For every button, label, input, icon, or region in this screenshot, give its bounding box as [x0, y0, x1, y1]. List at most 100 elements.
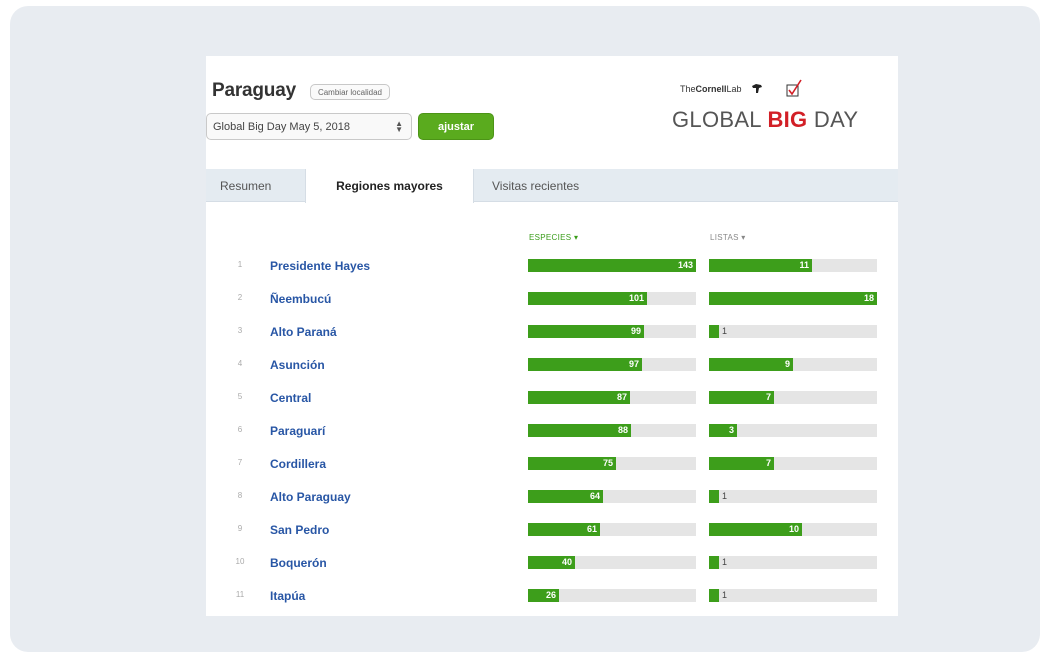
- species-value: 101: [628, 293, 644, 303]
- table-row: 9 San Pedro 61 10: [206, 514, 898, 547]
- rank-number: 9: [237, 524, 243, 533]
- rank-number: 2: [237, 293, 243, 302]
- species-bar: 88: [528, 424, 696, 437]
- species-bar: 87: [528, 391, 696, 404]
- event-select-value: Global Big Day May 5, 2018: [213, 120, 350, 133]
- lists-bar-fill: [709, 490, 719, 503]
- lists-bar: 1: [709, 490, 877, 503]
- species-value: 143: [677, 260, 693, 270]
- lists-value: 18: [863, 293, 874, 303]
- table-row: 2 Ñeembucú 101 18: [206, 283, 898, 316]
- table-row: 10 Boquerón 40 1: [206, 547, 898, 580]
- lists-value: 9: [784, 359, 790, 369]
- event-select[interactable]: Global Big Day May 5, 2018 ▲ ▼: [206, 113, 412, 140]
- rank-number: 7: [237, 458, 243, 467]
- species-value: 99: [630, 326, 641, 336]
- species-value: 64: [589, 491, 600, 501]
- lists-bar: 7: [709, 391, 877, 404]
- event-selector-row: Global Big Day May 5, 2018 ▲ ▼ ajustar: [206, 113, 494, 140]
- lists-bar-fill: [709, 325, 719, 338]
- table-row: 8 Alto Paraguay 64 1: [206, 481, 898, 514]
- change-location-button[interactable]: Cambiar localidad: [309, 84, 390, 100]
- rank-number: 4: [237, 359, 243, 368]
- species-bar: 64: [528, 490, 696, 503]
- region-link[interactable]: Itapúa: [270, 589, 305, 603]
- region-link[interactable]: San Pedro: [270, 523, 329, 537]
- region-link[interactable]: Asunción: [270, 358, 325, 372]
- lists-bar: 9: [709, 358, 877, 371]
- species-bar: 26: [528, 589, 696, 602]
- table-row: 3 Alto Paraná 99 1: [206, 316, 898, 349]
- lists-value: 1: [722, 557, 728, 567]
- tab-recent-visits[interactable]: Visitas recientes: [492, 169, 579, 202]
- rank-number: 6: [237, 425, 243, 434]
- cornell-bird-icon: [752, 84, 762, 93]
- table-row: 5 Central 87 7: [206, 382, 898, 415]
- region-link[interactable]: Ñeembucú: [270, 292, 331, 306]
- table-row: 11 Itapúa 26 1: [206, 580, 898, 613]
- lists-value: 1: [722, 491, 728, 501]
- cornell-lab-wordmark: TheCornellLab: [680, 84, 742, 94]
- lists-value: 1: [722, 326, 728, 336]
- lists-value: 3: [728, 425, 734, 435]
- tab-summary[interactable]: Resumen: [220, 169, 271, 202]
- species-value: 97: [628, 359, 639, 369]
- species-column-header[interactable]: ESPECIES ▾: [529, 233, 578, 242]
- table-row: 4 Asunción 97 9: [206, 349, 898, 382]
- lists-bar: 11: [709, 259, 877, 272]
- lists-value: 7: [765, 392, 771, 402]
- species-value: 26: [545, 590, 556, 600]
- page-title: Paraguay: [212, 80, 296, 101]
- lists-bar: 10: [709, 523, 877, 536]
- species-value: 88: [617, 425, 628, 435]
- title-row: Paraguay Cambiar localidad: [212, 80, 390, 102]
- region-link[interactable]: Presidente Hayes: [270, 259, 370, 273]
- lists-value: 1: [722, 590, 728, 600]
- tab-top-regions[interactable]: Regiones mayores: [305, 169, 474, 203]
- rank-number: 1: [237, 260, 243, 269]
- species-value: 75: [602, 458, 613, 468]
- species-value: 87: [616, 392, 627, 402]
- select-arrows-icon: ▲ ▼: [395, 119, 403, 134]
- rank-number: 10: [235, 557, 245, 566]
- lists-bar-fill: [709, 556, 719, 569]
- lists-bar: 1: [709, 325, 877, 338]
- background-frame: Paraguay Cambiar localidad Global Big Da…: [10, 6, 1040, 652]
- species-value: 61: [586, 524, 597, 534]
- table-row: 6 Paraguarí 88 3: [206, 415, 898, 448]
- table-row: 7 Cordillera 75 7: [206, 448, 898, 481]
- adjust-button[interactable]: ajustar: [418, 113, 494, 140]
- rank-number: 8: [237, 491, 243, 500]
- region-link[interactable]: Paraguarí: [270, 424, 325, 438]
- species-bar: 99: [528, 325, 696, 338]
- tab-bar: Resumen Regiones mayores Visitas recient…: [206, 169, 898, 203]
- lists-column-header[interactable]: LISTAS ▾: [710, 233, 746, 242]
- region-link[interactable]: Cordillera: [270, 457, 326, 471]
- species-bar: 40: [528, 556, 696, 569]
- lists-value: 7: [765, 458, 771, 468]
- region-stats-card: Paraguay Cambiar localidad Global Big Da…: [206, 56, 898, 616]
- species-bar: 61: [528, 523, 696, 536]
- table-row: 1 Presidente Hayes 143 11: [206, 250, 898, 283]
- rank-number: 5: [237, 392, 243, 401]
- rank-number: 11: [235, 590, 245, 599]
- species-bar: 97: [528, 358, 696, 371]
- lists-bar: 3: [709, 424, 877, 437]
- region-link[interactable]: Alto Paraná: [270, 325, 337, 339]
- global-big-day-wordmark: GLOBAL BIG DAY: [672, 107, 859, 132]
- species-bar: 143: [528, 259, 696, 272]
- lists-bar: 18: [709, 292, 877, 305]
- species-value: 40: [561, 557, 572, 567]
- checkbox-check-icon: [786, 79, 802, 97]
- region-link[interactable]: Boquerón: [270, 556, 327, 570]
- lists-bar: 1: [709, 556, 877, 569]
- lists-bar: 7: [709, 457, 877, 470]
- region-link[interactable]: Central: [270, 391, 311, 405]
- region-link[interactable]: Alto Paraguay: [270, 490, 351, 504]
- rank-number: 3: [237, 326, 243, 335]
- lists-bar: 1: [709, 589, 877, 602]
- lists-bar-fill: [709, 589, 719, 602]
- lists-value: 11: [799, 260, 809, 270]
- species-bar: 101: [528, 292, 696, 305]
- lists-value: 10: [788, 524, 799, 534]
